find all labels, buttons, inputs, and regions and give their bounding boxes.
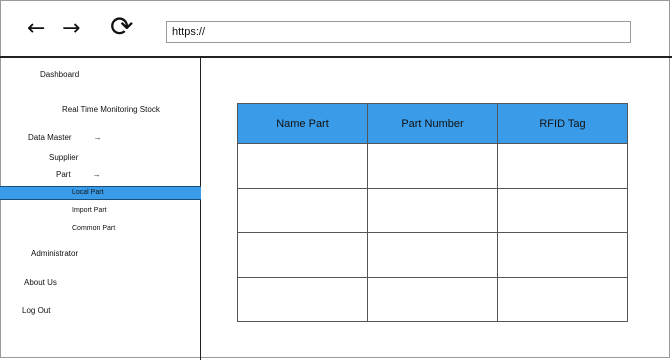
table-cell [497, 143, 628, 189]
sidebar-item-log-out[interactable]: Log Out [22, 306, 50, 315]
part-label: Part [56, 170, 71, 179]
sidebar-item-dashboard[interactable]: Dashboard [40, 70, 79, 79]
column-header-rfid-tag[interactable]: RFID Tag [497, 103, 628, 144]
table-row [237, 187, 628, 233]
sidebar-item-supplier[interactable]: Supplier [49, 153, 78, 162]
arrow-right-icon: → [93, 133, 102, 142]
back-arrow-icon[interactable]: ← [27, 18, 45, 40]
sidebar-item-import-part[interactable]: Import Part [72, 207, 107, 214]
table-row [237, 143, 628, 189]
table-row [237, 276, 628, 322]
column-header-part-number[interactable]: Part Number [367, 103, 498, 144]
table-cell [367, 232, 498, 278]
forward-arrow-icon[interactable]: → [62, 18, 80, 40]
reload-icon[interactable]: ⟳ [110, 13, 133, 41]
table-cell [497, 276, 628, 322]
table-cell [497, 187, 628, 233]
parts-table: Name Part Part Number RFID Tag [237, 103, 628, 322]
table-cell [237, 232, 368, 278]
arrow-right-icon: → [92, 170, 101, 179]
table-row [237, 232, 628, 278]
sidebar-item-local-part[interactable]: Local Part [0, 186, 201, 200]
address-bar [166, 21, 631, 43]
sidebar-item-about-us[interactable]: About Us [24, 278, 57, 287]
table-cell [237, 276, 368, 322]
sidebar-item-part[interactable]: Part → [56, 170, 101, 179]
table-cell [237, 187, 368, 233]
table-cell [367, 143, 498, 189]
local-part-label: Local Part [72, 189, 104, 196]
table-cell [237, 143, 368, 189]
table-cell [497, 232, 628, 278]
sidebar-item-common-part[interactable]: Common Part [72, 225, 115, 232]
data-master-label: Data Master [28, 133, 72, 142]
url-input[interactable] [167, 22, 630, 42]
column-header-name-part[interactable]: Name Part [237, 103, 368, 144]
table-header-row: Name Part Part Number RFID Tag [237, 103, 628, 144]
browser-toolbar: ← → ⟳ [0, 0, 672, 58]
sidebar-item-administrator[interactable]: Administrator [31, 249, 78, 258]
sidebar-item-real-time-monitoring[interactable]: Real Time Monitoring Stock [62, 105, 160, 114]
sidebar-item-data-master[interactable]: Data Master → [28, 133, 102, 142]
table-cell [367, 276, 498, 322]
table-cell [367, 187, 498, 233]
